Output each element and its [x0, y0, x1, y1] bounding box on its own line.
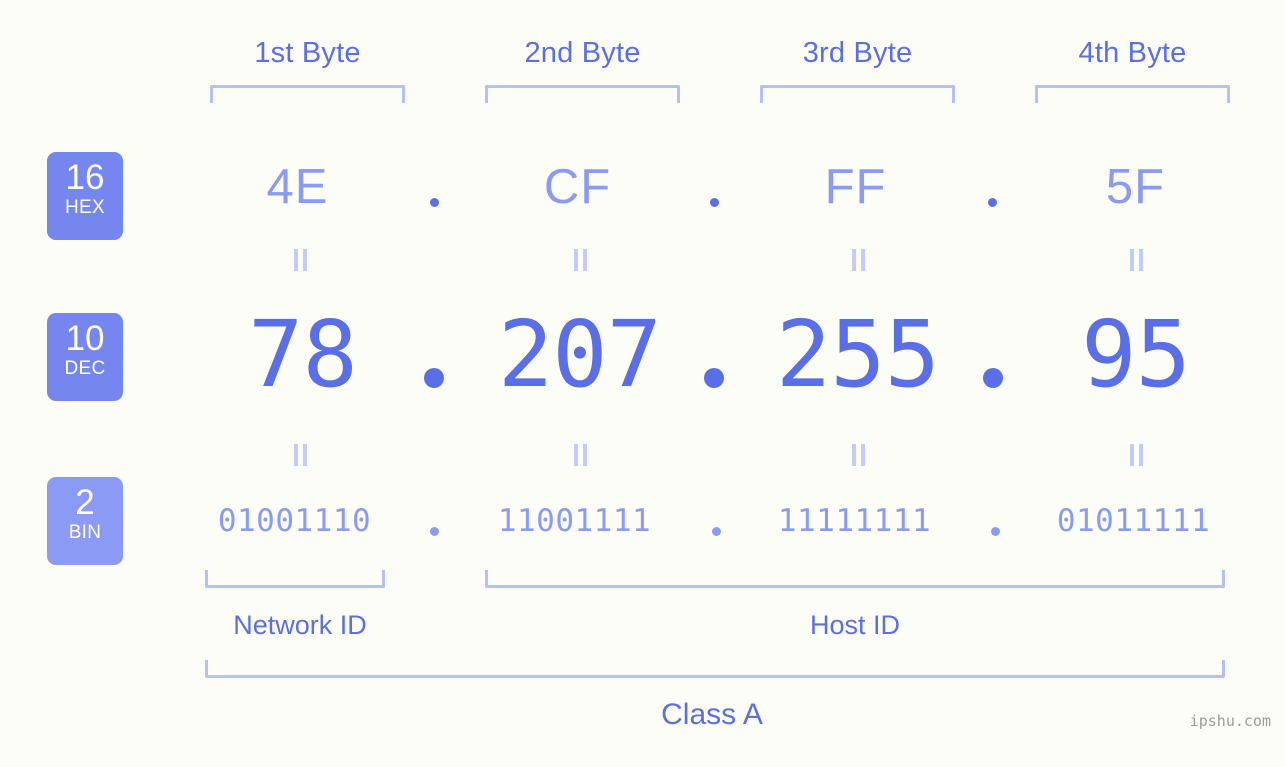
- bin-octet-4: 01011111: [1056, 503, 1211, 539]
- bin-separator-2: [712, 527, 721, 536]
- hex-octet-4: 5F: [1105, 160, 1166, 214]
- dec-octet-1: 78: [248, 301, 358, 408]
- byte-header-3: 3rd Byte: [802, 37, 913, 69]
- byte-bracket-1: [210, 85, 405, 103]
- bin-octet-3: 11111111: [777, 503, 932, 539]
- equals-mark-hex-dec-4: [1130, 249, 1144, 271]
- byte-header-2: 2nd Byte: [524, 37, 641, 69]
- equals-mark-hex-dec-3: [852, 249, 866, 271]
- base-badge-dec-label: DEC: [64, 358, 106, 379]
- dec-separator-2: [704, 368, 724, 388]
- host-id-label: Host ID: [809, 610, 901, 640]
- dec-separator-3: [983, 368, 1003, 388]
- byte-bracket-2: [485, 85, 680, 103]
- hex-octet-2: CF: [543, 160, 612, 214]
- site-watermark: ipshu.com: [1189, 712, 1271, 730]
- dec-octet-4: 95: [1081, 301, 1191, 408]
- dec-octet-2: 207: [497, 301, 662, 408]
- ip-address-diagram: 1st Byte 2nd Byte 3rd Byte 4th Byte 16 H…: [0, 0, 1285, 767]
- bin-octet-2: 11001111: [497, 503, 652, 539]
- base-badge-hex-number: 16: [65, 158, 105, 197]
- equals-mark-dec-bin-1: [294, 444, 308, 466]
- base-badge-bin-number: 2: [75, 483, 95, 522]
- dec-separator-1: [424, 368, 444, 388]
- base-badge-dec: 10 DEC: [47, 313, 123, 401]
- address-class-bracket: [205, 660, 1225, 678]
- network-id-label: Network ID: [233, 610, 367, 640]
- equals-mark-dec-bin-4: [1130, 444, 1144, 466]
- byte-bracket-4: [1035, 85, 1230, 103]
- dec-octet-3: 255: [775, 301, 940, 408]
- hex-octet-3: FF: [824, 160, 887, 214]
- base-badge-bin: 2 BIN: [47, 477, 123, 565]
- base-badge-dec-number: 10: [65, 319, 105, 358]
- equals-mark-dec-bin-2: [574, 444, 588, 466]
- byte-bracket-3: [760, 85, 955, 103]
- base-badge-hex: 16 HEX: [47, 152, 123, 240]
- hex-separator-3: [988, 198, 997, 207]
- bin-separator-1: [430, 527, 439, 536]
- equals-mark-hex-dec-2: [574, 249, 588, 271]
- equals-mark-dec-bin-3: [852, 444, 866, 466]
- network-id-bracket: [205, 570, 385, 588]
- base-badge-bin-label: BIN: [68, 522, 102, 543]
- bin-octet-1: 01001110: [217, 503, 372, 539]
- hex-separator-2: [710, 198, 719, 207]
- hex-separator-1: [430, 198, 439, 207]
- address-class-label: Class A: [661, 698, 763, 731]
- host-id-bracket: [485, 570, 1225, 588]
- base-badge-hex-label: HEX: [65, 197, 105, 218]
- hex-octet-1: 4E: [266, 160, 329, 214]
- byte-header-1: 1st Byte: [254, 37, 361, 69]
- byte-header-4: 4th Byte: [1078, 37, 1187, 69]
- equals-mark-hex-dec-1: [294, 249, 308, 271]
- bin-separator-3: [991, 527, 1000, 536]
